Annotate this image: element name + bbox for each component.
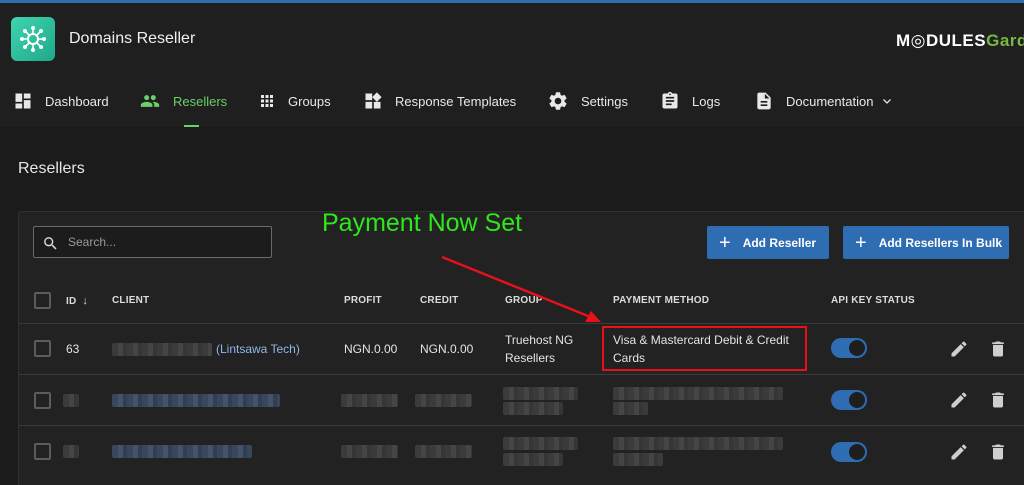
- plus-icon: +: [719, 231, 731, 254]
- trash-icon[interactable]: [988, 442, 1008, 462]
- add-reseller-label: Add Reseller: [742, 235, 817, 250]
- row-checkbox[interactable]: [34, 392, 51, 409]
- client-name-redacted: [112, 343, 212, 356]
- nav-groups-label: Groups: [288, 93, 331, 109]
- trash-icon[interactable]: [988, 339, 1008, 359]
- row-group-line1: Truehost NG: [505, 333, 574, 347]
- column-header-id-label: ID: [66, 296, 77, 307]
- row-payment-redacted: [613, 387, 783, 400]
- clipboard-icon: [662, 91, 678, 109]
- api-key-toggle[interactable]: [831, 442, 867, 462]
- column-header-credit[interactable]: CREDIT: [420, 295, 458, 306]
- nav-response-templates[interactable]: Response Templates: [363, 75, 516, 127]
- row-group-redacted: [503, 453, 563, 466]
- row-group-redacted: [503, 387, 578, 400]
- row-credit-redacted: [415, 445, 472, 458]
- nav-resellers-label: Resellers: [173, 93, 228, 109]
- brand-left-text: M◎DULES: [896, 31, 987, 50]
- dashboard-icon: [15, 93, 31, 109]
- client-name-redacted: [112, 394, 280, 407]
- table-divider: [18, 425, 1024, 426]
- row-profit-redacted: [341, 394, 398, 407]
- plus-icon: +: [855, 231, 867, 254]
- nav-documentation[interactable]: Documentation: [754, 75, 893, 127]
- row-payment-redacted: [613, 437, 783, 450]
- nav-groups[interactable]: Groups: [258, 75, 331, 127]
- row-payment-redacted: [613, 453, 663, 466]
- row-id-redacted: [63, 445, 79, 458]
- column-header-group[interactable]: GROUP: [505, 295, 543, 306]
- annotation-text: Payment Now Set: [322, 209, 523, 237]
- api-key-toggle[interactable]: [831, 390, 867, 410]
- app-logo-icon: [11, 17, 55, 61]
- row-id-redacted: [63, 394, 79, 407]
- column-header-client[interactable]: CLIENT: [112, 295, 149, 306]
- sort-arrow-down-icon: ↓: [82, 295, 89, 307]
- app-header: Domains Reseller M◎DULESGarde: [0, 3, 1024, 75]
- row-group-redacted: [503, 402, 563, 415]
- nav-response-templates-label: Response Templates: [395, 93, 517, 109]
- search-icon: [44, 237, 57, 250]
- edit-icon[interactable]: [949, 442, 969, 462]
- client-name-redacted: [112, 445, 252, 458]
- payment-method-highlight-box: [602, 326, 807, 371]
- column-header-id[interactable]: ID ↓: [66, 295, 88, 307]
- table-divider: [18, 374, 1024, 375]
- nav-resellers[interactable]: Resellers: [139, 75, 227, 127]
- nav-settings[interactable]: Settings: [547, 75, 628, 127]
- trash-icon[interactable]: [988, 390, 1008, 410]
- gear-icon: [549, 92, 567, 110]
- table-divider: [18, 323, 1024, 324]
- app-title: Domains Reseller: [69, 30, 196, 47]
- brand-right-text: Garde: [986, 31, 1024, 50]
- nav-logs-label: Logs: [692, 93, 721, 109]
- row-payment-redacted: [613, 402, 648, 415]
- modulesgarden-logo: M◎DULESGarde: [896, 31, 1024, 51]
- people-icon: [140, 95, 160, 107]
- nav-dashboard-label: Dashboard: [45, 93, 109, 109]
- edit-icon[interactable]: [949, 339, 969, 359]
- page-title: Resellers: [18, 160, 85, 177]
- row-credit: NGN.0.00: [420, 342, 474, 356]
- column-header-api-key-status[interactable]: API KEY STATUS: [831, 295, 915, 306]
- add-resellers-bulk-button[interactable]: + Add Resellers In Bulk: [843, 226, 1009, 259]
- column-header-profit[interactable]: PROFIT: [344, 295, 382, 306]
- row-profit-redacted: [341, 445, 398, 458]
- row-profit: NGN.0.00: [344, 342, 398, 356]
- row-credit-redacted: [415, 394, 472, 407]
- select-all-checkbox[interactable]: [34, 292, 51, 309]
- row-checkbox[interactable]: [34, 443, 51, 460]
- chevron-down-icon: [883, 99, 892, 104]
- search-box[interactable]: [33, 226, 272, 258]
- document-icon: [757, 92, 771, 110]
- add-resellers-bulk-label: Add Resellers In Bulk: [878, 235, 1003, 250]
- edit-icon[interactable]: [949, 390, 969, 410]
- nav-settings-label: Settings: [581, 93, 628, 109]
- client-company-link[interactable]: (Lintsawa Tech): [216, 342, 300, 356]
- row-checkbox[interactable]: [34, 340, 51, 357]
- row-id: 63: [66, 342, 80, 356]
- row-group-line2: Resellers: [505, 351, 556, 365]
- grid-icon: [261, 95, 273, 107]
- search-input[interactable]: [68, 227, 268, 257]
- nav-dashboard[interactable]: Dashboard: [13, 75, 109, 127]
- widgets-icon: [365, 92, 382, 109]
- api-key-toggle[interactable]: [831, 338, 867, 358]
- main-nav: Dashboard Resellers Groups Response Temp…: [0, 75, 1024, 127]
- row-group-redacted: [503, 437, 578, 450]
- nav-logs[interactable]: Logs: [660, 75, 720, 127]
- nav-documentation-label: Documentation: [786, 93, 874, 109]
- add-reseller-button[interactable]: + Add Reseller: [707, 226, 829, 259]
- column-header-payment-method[interactable]: PAYMENT METHOD: [613, 295, 709, 306]
